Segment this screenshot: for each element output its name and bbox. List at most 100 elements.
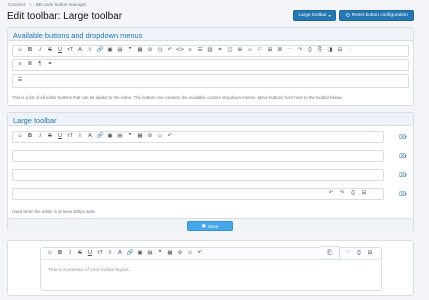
toolbar-button-icon[interactable]: B [25, 132, 35, 142]
toolbar-button-icon[interactable]: ◊ [85, 46, 95, 56]
toolbar-button-icon[interactable]: ◷ [155, 46, 165, 56]
large-toolbar-label: Large toolbar [298, 13, 327, 18]
save-icon: ▣ [201, 223, 206, 228]
toolbar-button-icon[interactable]: ▤ [115, 46, 125, 56]
page-title: Edit toolbar: Large toolbar [7, 11, 123, 22]
toolbar-button-icon[interactable]: ☺ [245, 46, 255, 56]
toolbar-button-icon[interactable]: ☰ [15, 76, 25, 86]
toolbar-button-icon[interactable]: ▥ [205, 46, 215, 56]
toolbar-button-icon[interactable]: S [45, 46, 55, 56]
toolbar-button-icon[interactable]: ⊞ [265, 46, 275, 56]
toolbar-button-icon[interactable]: A [75, 46, 85, 56]
toolbar-button-icon[interactable]: ↷ [343, 249, 353, 259]
large-row-4: ↶ ↷{} ⊟ [12, 188, 384, 200]
available-row-1: ☺ B I S UтT A ◊ 🔗 ▣ ▤ ❞ ▦ ⊘ ◷ ↶ </> ≡ ☰ ▥ ⌗ ◫ ⊕ ☺ ⚐ ⊞ ≣ ⋯ ↷{} ⎘ ◨ ⊟ ⋮ [12, 45, 409, 57]
toolbar-button-icon[interactable]: ≣ [275, 46, 285, 56]
toolbar-button-icon[interactable]: ↷ [337, 189, 347, 199]
toolbar-button-icon[interactable]: ⌗ [215, 46, 225, 56]
toolbar-button-icon[interactable]: ▦ [135, 132, 145, 142]
toolbar-button-icon[interactable]: ☺ [15, 46, 25, 56]
toolbar-button-icon[interactable]: ⊘ [145, 46, 155, 56]
preview-toggle-icon[interactable]: ⎗ [320, 246, 340, 260]
clear-row-3-icon[interactable]: ⌧ ▾ [396, 170, 410, 180]
large-toolbar-dropdown-button[interactable]: Large toolbar ▾ [293, 10, 336, 21]
toolbar-button-icon[interactable]: ↶ [165, 132, 175, 142]
clear-row-1-icon[interactable]: ⌧ ▾ [396, 132, 410, 142]
toolbar-button-icon[interactable]: ☰ [195, 46, 205, 56]
toolbar-button-icon[interactable]: ⎘ [315, 46, 325, 56]
toolbar-button-icon[interactable]: {} [348, 189, 358, 199]
toolbar-button-icon[interactable]: ▤ [115, 132, 125, 142]
toolbar-button-icon[interactable]: ⚐ [255, 46, 265, 56]
breadcrumb-bbcode-manager[interactable]: BB code button manager [36, 2, 87, 7]
toolbar-button-icon[interactable]: S [45, 132, 55, 142]
save-button[interactable]: ▣ Save [187, 221, 233, 231]
available-panel-title: Available buttons and dropdown menus [8, 28, 413, 41]
toolbar-button-icon[interactable]: 🔗 [95, 132, 105, 142]
toolbar-button-icon[interactable]: B [55, 249, 65, 259]
toolbar-button-icon[interactable]: ⊘ [145, 132, 155, 142]
toolbar-button-icon[interactable]: ⊘ [175, 249, 185, 259]
toolbar-button-icon[interactable]: ≡ [185, 46, 195, 56]
preview-placeholder: This is a preview of your button layout.… [48, 268, 133, 273]
toolbar-button-icon[interactable]: ❞ [125, 132, 135, 142]
toolbar-button-icon[interactable]: ☺ [15, 132, 25, 142]
large-row-4-right-group: ↶ ↷{} ⊟ [326, 189, 369, 199]
toolbar-button-icon[interactable]: ↶ [165, 46, 175, 56]
toolbar-button-icon[interactable]: ⊕ [235, 46, 245, 56]
toolbar-button-icon[interactable]: тT [65, 132, 75, 142]
toolbar-button-icon[interactable]: {} [305, 46, 315, 56]
toolbar-button-icon[interactable]: I [35, 132, 45, 142]
toolbar-button-icon[interactable]: ◨ [325, 46, 335, 56]
toolbar-button-icon[interactable]: ▣ [105, 46, 115, 56]
toolbar-button-icon[interactable]: U [55, 132, 65, 142]
toolbar-button-icon[interactable]: тT [95, 249, 105, 259]
toolbar-button-icon[interactable]: ▣ [105, 132, 115, 142]
toolbar-button-icon[interactable]: ☺ [185, 249, 195, 259]
toolbar-button-icon[interactable]: ▦ [135, 46, 145, 56]
toolbar-button-icon[interactable]: тT [65, 46, 75, 56]
toolbar-button-icon[interactable]: A [85, 132, 95, 142]
toolbar-button-icon[interactable]: </> [175, 46, 185, 56]
toolbar-button-icon[interactable]: ≡ [15, 60, 25, 70]
toolbar-button-icon[interactable]: {} [354, 249, 364, 259]
toolbar-button-icon[interactable]: ⊟ [365, 249, 375, 259]
reset-configuration-button[interactable]: ⟲ Reset button configuration [339, 10, 414, 21]
toolbar-button-icon[interactable]: A [115, 249, 125, 259]
toolbar-button-icon[interactable]: ▣ [135, 249, 145, 259]
clear-row-2-icon[interactable]: ⌧ ▾ [396, 151, 410, 161]
toolbar-button-icon[interactable]: 🔗 [125, 249, 135, 259]
toolbar-button-icon[interactable]: 🔗 [95, 46, 105, 56]
toolbar-button-icon[interactable]: ⋮ [345, 46, 355, 56]
available-note: This is a list of all editor buttons tha… [12, 95, 343, 100]
toolbar-button-icon[interactable]: ▤ [145, 249, 155, 259]
toolbar-button-icon[interactable]: ☺ [45, 249, 55, 259]
toolbar-button-icon[interactable]: ⊟ [335, 46, 345, 56]
toolbar-button-icon[interactable]: ↶ [195, 249, 205, 259]
toolbar-button-icon[interactable]: ▦ [165, 249, 175, 259]
toolbar-button-icon[interactable]: ⊟ [359, 189, 369, 199]
toolbar-button-icon[interactable]: ☺ [155, 132, 165, 142]
toolbar-button-icon[interactable]: U [85, 249, 95, 259]
toolbar-button-icon[interactable]: ≣ [25, 60, 35, 70]
breadcrumb-separator: > [29, 2, 32, 7]
large-row-3 [12, 169, 384, 181]
toolbar-button-icon[interactable]: ◊ [105, 249, 115, 259]
toolbar-button-icon[interactable]: U [55, 46, 65, 56]
breadcrumb-connect[interactable]: Connect [8, 2, 25, 7]
toolbar-button-icon[interactable]: ◫ [225, 46, 235, 56]
toolbar-button-icon[interactable]: ¶ [35, 60, 45, 70]
toolbar-button-icon[interactable]: I [65, 249, 75, 259]
toolbar-button-icon[interactable]: ⚭ [45, 60, 55, 70]
toolbar-button-icon[interactable]: S [75, 249, 85, 259]
toolbar-button-icon[interactable]: ❞ [155, 249, 165, 259]
toolbar-button-icon[interactable]: ⋯ [285, 46, 295, 56]
chevron-down-icon: ▾ [328, 13, 331, 18]
toolbar-button-icon[interactable]: I [35, 46, 45, 56]
clear-row-4-icon[interactable]: ⌧ ▾ [396, 189, 410, 199]
toolbar-button-icon[interactable]: ↷ [295, 46, 305, 56]
toolbar-button-icon[interactable]: ◊ [75, 132, 85, 142]
toolbar-button-icon[interactable]: B [25, 46, 35, 56]
toolbar-button-icon[interactable]: ↶ [326, 189, 336, 199]
toolbar-button-icon[interactable]: ❞ [125, 46, 135, 56]
